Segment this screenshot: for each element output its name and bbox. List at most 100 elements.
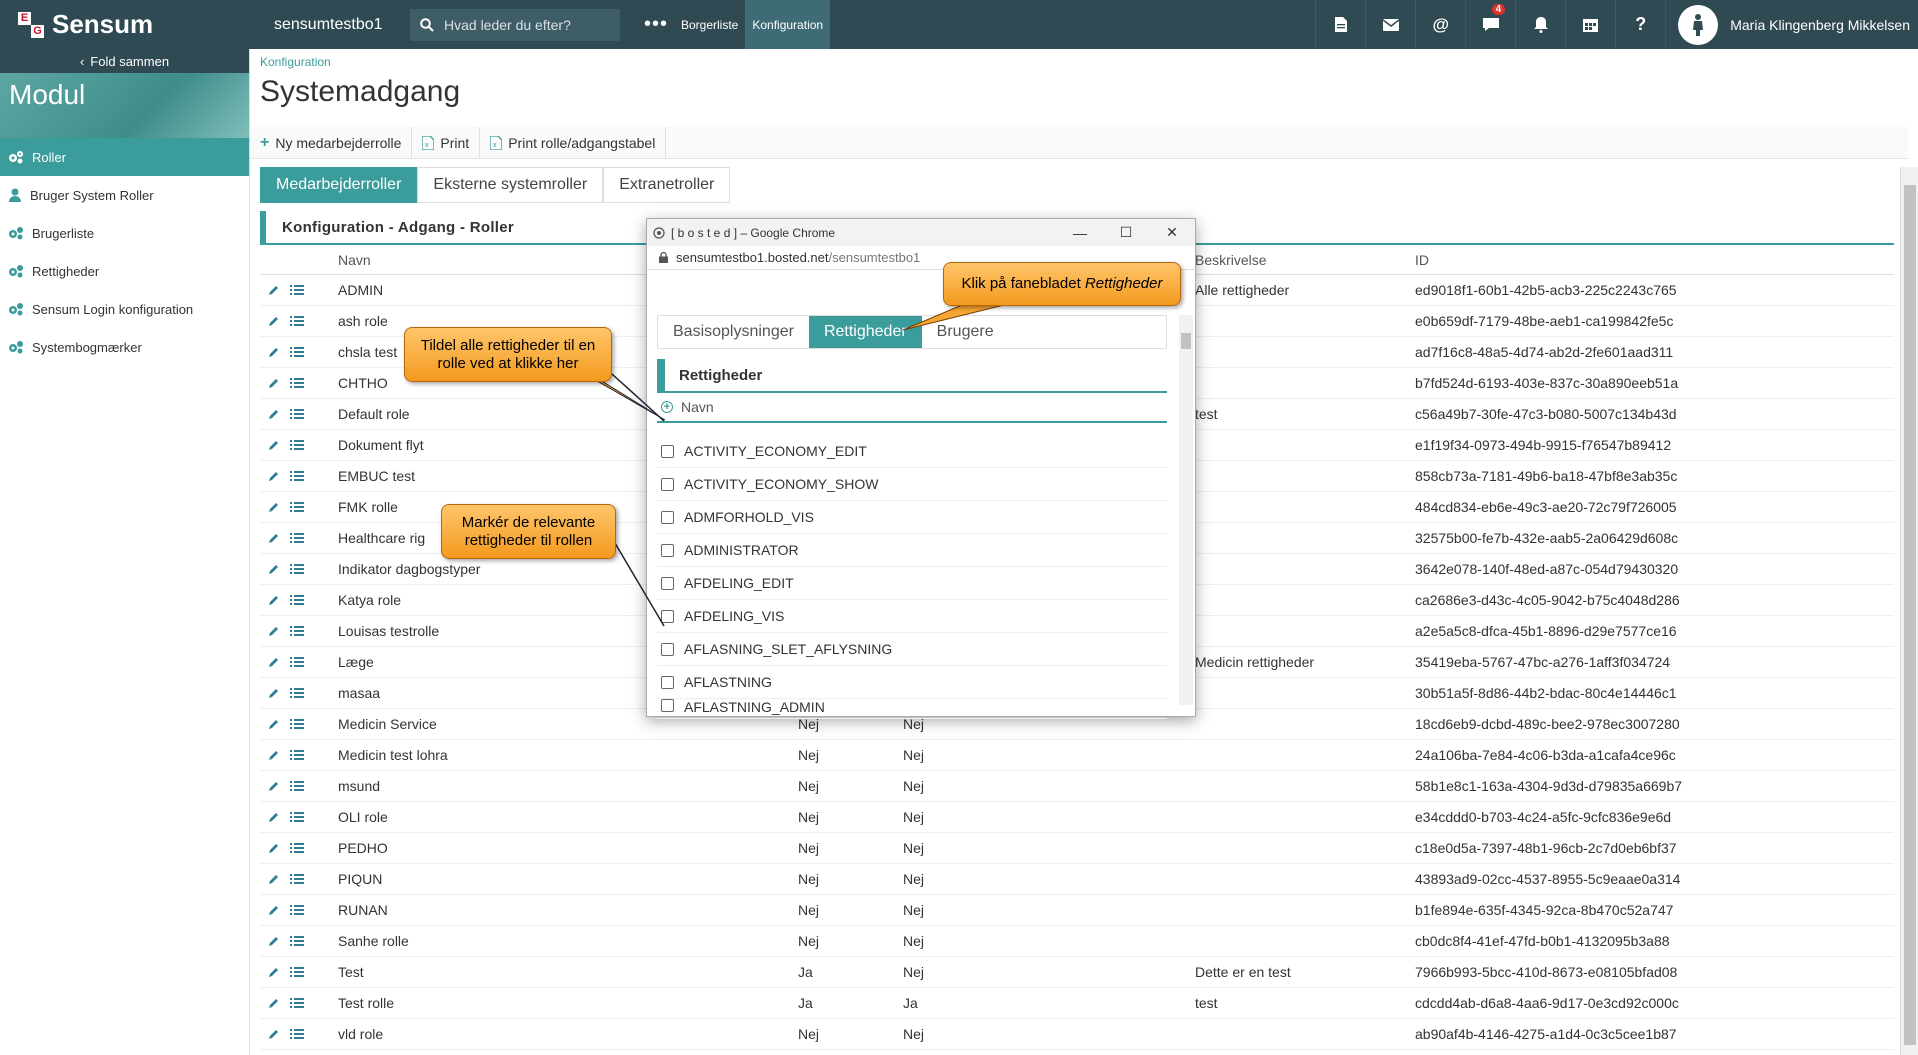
print-table-button[interactable]: x Print rolle/adgangstabel [480,126,667,159]
pencil-edit-icon[interactable] [268,873,280,885]
right-checkbox[interactable] [661,477,674,491]
tab-rettigheder[interactable]: Rettigheder [808,316,922,348]
sidebar-item-roller[interactable]: Roller [0,138,249,176]
at-sign-icon[interactable]: @ [1415,0,1465,49]
chat-icon[interactable]: 4 [1465,0,1515,49]
right-checkbox[interactable] [661,642,674,656]
pencil-edit-icon[interactable] [268,842,280,854]
rights-list-item[interactable]: ADMINISTRATOR [657,534,1167,567]
help-icon[interactable]: ? [1615,0,1665,49]
list-icon[interactable] [290,377,304,389]
pencil-edit-icon[interactable] [268,904,280,916]
pencil-edit-icon[interactable] [268,749,280,761]
list-icon[interactable] [290,687,304,699]
sidebar-item-sensum-login[interactable]: Sensum Login konfiguration [0,290,249,328]
list-icon[interactable] [290,408,304,420]
print-button[interactable]: x Print [412,126,481,159]
list-icon[interactable] [290,935,304,947]
rights-list-item[interactable]: AFLASNING_SLET_AFLYSNING [657,633,1167,666]
tab-medarbejderroller[interactable]: Medarbejderroller [260,167,418,203]
pencil-edit-icon[interactable] [268,315,280,327]
list-icon[interactable] [290,563,304,575]
table-row[interactable]: msund Nej Nej 58b1e8c1-163a-4304-9d3d-d7983… [260,771,1894,802]
user-menu[interactable]: Maria Klingenberg Mikkelsen [1665,0,1918,49]
pencil-edit-icon[interactable] [268,625,280,637]
document-icon[interactable] [1315,0,1365,49]
maximize-icon[interactable]: ☐ [1103,219,1149,246]
close-icon[interactable]: ✕ [1149,219,1195,246]
list-icon[interactable] [290,656,304,668]
right-checkbox[interactable] [661,510,674,524]
table-row[interactable]: Sanhe rolle Nej Nej cb0dc8f4-41ef-47fd-b0b1… [260,926,1894,957]
table-row[interactable]: PIQUN Nej Nej 43893ad9-02cc-4537-8955-5c9ea… [260,864,1894,895]
more-menu-icon[interactable]: ••• [644,13,674,36]
list-icon[interactable] [290,470,304,482]
list-icon[interactable] [290,904,304,916]
pencil-edit-icon[interactable] [268,935,280,947]
table-row[interactable]: vld role Nej Nej ab90af4b-4146-4275-a1d4-0c… [260,1019,1894,1050]
table-row[interactable]: Test rolle Ja Ja test cdcdd4ab-d6a8-4aa6-9d1… [260,988,1894,1019]
tab-extranetroller[interactable]: Extranetroller [603,167,731,203]
list-icon[interactable] [290,501,304,513]
pencil-edit-icon[interactable] [268,718,280,730]
pencil-edit-icon[interactable] [268,811,280,823]
list-icon[interactable] [290,439,304,451]
pencil-edit-icon[interactable] [268,687,280,699]
pencil-edit-icon[interactable] [268,284,280,296]
pencil-edit-icon[interactable] [268,966,280,978]
rights-list-item[interactable]: AFLASTNING [657,666,1167,699]
search-input[interactable]: Hvad leder du efter? [410,8,620,41]
list-icon[interactable] [290,718,304,730]
column-description[interactable]: Beskrivelse [1195,252,1415,268]
pencil-edit-icon[interactable] [268,377,280,389]
breadcrumb[interactable]: Konfiguration [260,49,1900,69]
sidebar-item-brugerliste[interactable]: Brugerliste [0,214,249,252]
right-checkbox[interactable] [661,699,674,712]
sidebar-item-systembogmaerker[interactable]: Systembogmærker [0,328,249,366]
list-icon[interactable] [290,749,304,761]
pencil-edit-icon[interactable] [268,501,280,513]
popup-scrollbar[interactable] [1179,315,1193,705]
table-row[interactable]: OLI role Nej Nej e34cddd0-b703-4c24-a5fc-9c… [260,802,1894,833]
tab-eksterne-systemroller[interactable]: Eksterne systemroller [417,167,604,203]
sidebar-item-rettigheder[interactable]: Rettigheder [0,252,249,290]
table-row[interactable]: PEDHO Nej Nej c18e0d5a-7397-48b1-96cb-2c7d0… [260,833,1894,864]
list-icon[interactable] [290,594,304,606]
pencil-edit-icon[interactable] [268,780,280,792]
rights-list-item[interactable]: AFDELING_EDIT [657,567,1167,600]
list-icon[interactable] [290,842,304,854]
pencil-edit-icon[interactable] [268,1028,280,1040]
list-icon[interactable] [290,997,304,1009]
list-icon[interactable] [290,811,304,823]
fold-collapse-button[interactable]: ‹ Fold sammen [0,49,249,73]
sidebar-item-bruger-system-roller[interactable]: Bruger System Roller [0,176,249,214]
column-id[interactable]: ID [1415,252,1815,268]
rights-column-name[interactable]: Navn [681,399,714,415]
pencil-edit-icon[interactable] [268,532,280,544]
calendar-icon[interactable] [1565,0,1615,49]
select-all-plus-icon[interactable]: + [661,401,673,413]
tab-basisoplysninger[interactable]: Basisoplysninger [658,316,809,348]
tab-brugere[interactable]: Brugere [922,316,1009,348]
page-scrollbar[interactable] [1900,167,1918,1055]
pencil-edit-icon[interactable] [268,656,280,668]
pencil-edit-icon[interactable] [268,594,280,606]
list-icon[interactable] [290,346,304,358]
pencil-edit-icon[interactable] [268,563,280,575]
pencil-edit-icon[interactable] [268,408,280,420]
right-checkbox[interactable] [661,576,674,590]
right-checkbox[interactable] [661,444,674,458]
rights-list-item[interactable]: AFDELING_VIS [657,600,1167,633]
list-icon[interactable] [290,966,304,978]
bell-icon[interactable] [1515,0,1565,49]
scrollbar-thumb[interactable] [1904,185,1916,1045]
minimize-icon[interactable]: — [1057,219,1103,246]
logo[interactable]: E G Sensum [0,0,250,49]
table-row[interactable]: RUNAN Nej Nej b1fe894e-635f-4345-92ca-8b470… [260,895,1894,926]
list-icon[interactable] [290,873,304,885]
pencil-edit-icon[interactable] [268,470,280,482]
nav-konfiguration[interactable]: Konfiguration [745,0,831,49]
new-role-button[interactable]: + Ny medarbejderrolle [250,126,413,159]
pencil-edit-icon[interactable] [268,997,280,1009]
list-icon[interactable] [290,315,304,327]
